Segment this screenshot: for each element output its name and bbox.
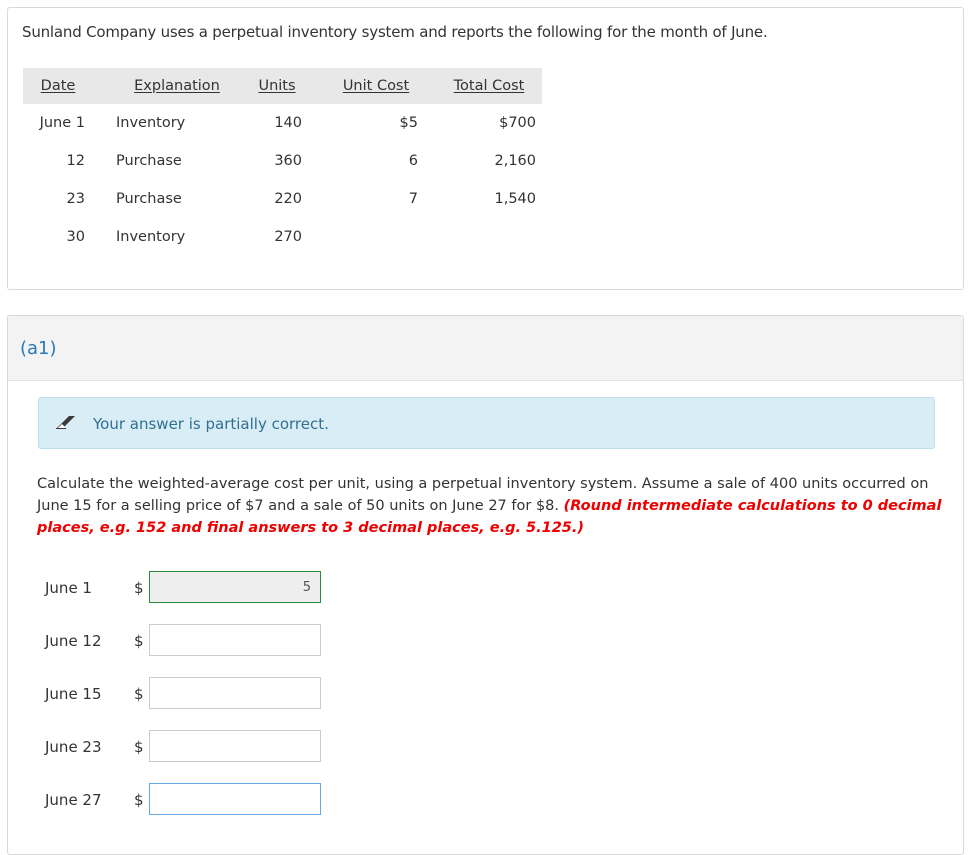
answer-input-june-15[interactable]	[149, 677, 321, 709]
cell-explanation: Inventory	[116, 115, 186, 131]
answer-label: June 12	[45, 632, 102, 650]
answer-input-june-1[interactable]	[149, 571, 321, 603]
problem-intro: Sunland Company uses a perpetual invento…	[22, 23, 768, 41]
header-explanation: Explanation	[93, 68, 238, 104]
cell-units: 220	[274, 191, 302, 207]
cell-unit-cost: 6	[408, 153, 418, 169]
part-header: (a1)	[8, 316, 963, 381]
currency-symbol: $	[134, 685, 144, 703]
part-a1-panel: (a1) Your answer is partially correct. C…	[7, 315, 964, 855]
table-row: 12 Purchase 360 6 2,160	[23, 142, 542, 180]
cell-date: June 1	[39, 115, 85, 131]
question-text: Calculate the weighted-average cost per …	[37, 473, 942, 539]
cell-units: 140	[274, 115, 302, 131]
answer-input-june-23[interactable]	[149, 730, 321, 762]
header-unit-cost: Unit Cost	[316, 68, 436, 104]
inventory-table: Date Explanation Units Unit Cost Total C…	[23, 68, 542, 256]
answer-input-june-12[interactable]	[149, 624, 321, 656]
table-row: 23 Purchase 220 7 1,540	[23, 180, 542, 218]
currency-symbol: $	[134, 579, 144, 597]
cell-total-cost: 2,160	[494, 153, 536, 169]
answer-input-june-27[interactable]	[149, 783, 321, 815]
header-total-cost: Total Cost	[436, 68, 542, 104]
cell-date: 23	[66, 191, 85, 207]
table-header-row: Date Explanation Units Unit Cost Total C…	[23, 68, 542, 104]
cell-total-cost	[436, 218, 542, 256]
cell-explanation: Inventory	[116, 229, 186, 245]
table-row: 30 Inventory 270	[23, 218, 542, 256]
cell-units: 270	[274, 229, 302, 245]
cell-total-cost: 1,540	[494, 191, 536, 207]
currency-symbol: $	[134, 791, 144, 809]
currency-symbol: $	[134, 738, 144, 756]
cell-explanation: Purchase	[116, 153, 182, 169]
answer-label: June 15	[45, 685, 102, 703]
header-units: Units	[238, 68, 316, 104]
cell-date: 12	[66, 153, 85, 169]
cell-units: 360	[274, 153, 302, 169]
pencil-icon	[56, 416, 75, 429]
answer-label: June 1	[45, 579, 92, 597]
cell-unit-cost	[316, 218, 436, 256]
cell-unit-cost: 7	[408, 191, 418, 207]
problem-panel: Sunland Company uses a perpetual invento…	[7, 7, 964, 290]
cell-unit-cost: $5	[399, 115, 418, 131]
feedback-text: Your answer is partially correct.	[93, 415, 329, 433]
answer-label: June 27	[45, 791, 102, 809]
currency-symbol: $	[134, 632, 144, 650]
feedback-alert: Your answer is partially correct.	[38, 397, 935, 449]
cell-total-cost: $700	[499, 115, 536, 131]
header-date: Date	[23, 68, 93, 104]
part-label: (a1)	[20, 338, 57, 359]
cell-explanation: Purchase	[116, 191, 182, 207]
answer-label: June 23	[45, 738, 102, 756]
table-row: June 1 Inventory 140 $5 $700	[23, 104, 542, 142]
cell-date: 30	[66, 229, 85, 245]
